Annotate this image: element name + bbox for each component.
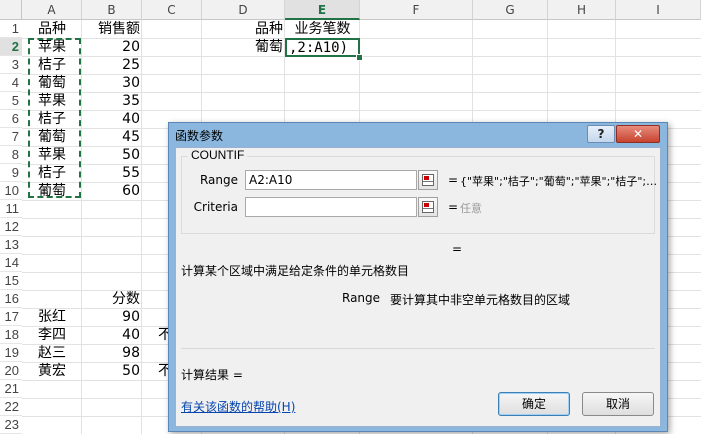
cell-e2-formula-text: ,2:A10) <box>289 40 349 56</box>
row-header-17[interactable]: 17 <box>0 308 22 326</box>
range-label: Range <box>199 173 238 187</box>
criteria-equals: = <box>448 200 459 214</box>
cell-a17[interactable]: 张红 <box>22 308 82 326</box>
row-header-1[interactable]: 1 <box>0 20 22 38</box>
cell-b19[interactable]: 98 <box>82 344 142 362</box>
column-header-d[interactable]: D <box>202 0 285 20</box>
cell-a20[interactable]: 黄宏 <box>22 362 82 380</box>
cell-b4[interactable]: 30 <box>82 74 142 92</box>
range-collapse-button[interactable] <box>418 170 438 190</box>
criteria-input[interactable] <box>245 197 417 217</box>
criteria-collapse-button[interactable] <box>418 197 438 217</box>
row-header-8[interactable]: 8 <box>0 146 22 164</box>
row-header-6[interactable]: 6 <box>0 110 22 128</box>
row-header-20[interactable]: 20 <box>0 362 22 380</box>
row-header-18[interactable]: 18 <box>0 326 22 344</box>
cell-b7[interactable]: 45 <box>82 128 142 146</box>
formula-result-equals: = <box>452 242 463 256</box>
function-name: COUNTIF <box>188 148 248 162</box>
row-header-4[interactable]: 4 <box>0 74 22 92</box>
cell-b5[interactable]: 35 <box>82 92 142 110</box>
function-description: 计算某个区域中满足给定条件的单元格数目 <box>181 264 410 278</box>
cell-b9[interactable]: 55 <box>82 164 142 182</box>
cell-a19[interactable]: 赵三 <box>22 344 82 362</box>
argument-help-text: 要计算其中非空单元格数目的区域 <box>390 293 571 307</box>
criteria-label: Criteria <box>193 200 238 214</box>
help-button[interactable]: ? <box>587 125 615 143</box>
row-header-14[interactable]: 14 <box>0 254 22 272</box>
column-header-b[interactable]: B <box>82 0 142 20</box>
row-header-16[interactable]: 16 <box>0 290 22 308</box>
cell-a1[interactable]: 品种 <box>22 20 82 38</box>
cell-b8[interactable]: 50 <box>82 146 142 164</box>
cell-b3[interactable]: 25 <box>82 56 142 74</box>
ok-button[interactable]: 确定 <box>498 392 570 416</box>
row-header-15[interactable]: 15 <box>0 272 22 290</box>
range-equals: = <box>448 173 459 187</box>
range-input[interactable]: A2:A10 <box>245 170 417 190</box>
dialog-divider <box>181 348 655 349</box>
column-header-i[interactable]: I <box>616 0 701 20</box>
row-header-22[interactable]: 22 <box>0 398 22 416</box>
row-header-19[interactable]: 19 <box>0 344 22 362</box>
cell-e1[interactable]: 业务笔数 <box>285 20 360 38</box>
column-header-c[interactable]: C <box>142 0 202 20</box>
collapse-dialog-icon <box>422 174 434 186</box>
column-header-f[interactable]: F <box>360 0 473 20</box>
calculation-result-label: 计算结果 = <box>181 368 243 382</box>
collapse-dialog-icon <box>422 201 434 213</box>
criteria-result: 任意 <box>460 202 482 215</box>
function-help-link[interactable]: 有关该函数的帮助(H) <box>181 398 295 415</box>
column-header-e[interactable]: E <box>285 0 360 20</box>
row-header-7[interactable]: 7 <box>0 128 22 146</box>
row-header-21[interactable]: 21 <box>0 380 22 398</box>
dialog-title: 函数参数 <box>175 129 224 143</box>
row-header-10[interactable]: 10 <box>0 182 22 200</box>
dialog-body: COUNTIF Range A2:A10 = {"苹果";"桔子";"葡萄";"… <box>175 147 661 427</box>
row-header-11[interactable]: 11 <box>0 200 22 218</box>
close-button[interactable]: ✕ <box>616 125 660 143</box>
active-cell-e2[interactable]: ,2:A10) <box>285 38 360 57</box>
row-header-23[interactable]: 23 <box>0 416 22 434</box>
range-selection-marquee <box>28 38 81 198</box>
cell-a18[interactable]: 李四 <box>22 326 82 344</box>
row-header-2[interactable]: 2 <box>0 38 22 56</box>
row-header-9[interactable]: 9 <box>0 164 22 182</box>
fill-handle[interactable] <box>356 54 363 61</box>
column-header-a[interactable]: A <box>22 0 82 20</box>
cell-b16[interactable]: 分数 <box>82 290 142 308</box>
cell-d2[interactable]: 葡萄 <box>202 38 285 56</box>
argument-group: COUNTIF Range A2:A10 = {"苹果";"桔子";"葡萄";"… <box>181 148 660 234</box>
row-header-13[interactable]: 13 <box>0 236 22 254</box>
cell-b17[interactable]: 90 <box>82 308 142 326</box>
row-header-5[interactable]: 5 <box>0 92 22 110</box>
column-header-h[interactable]: H <box>548 0 616 20</box>
cell-b2[interactable]: 20 <box>82 38 142 56</box>
cell-b20[interactable]: 50 <box>82 362 142 380</box>
cell-b6[interactable]: 40 <box>82 110 142 128</box>
cell-b1[interactable]: 销售额 <box>82 20 142 38</box>
argument-help-name: Range <box>342 291 381 305</box>
cancel-button[interactable]: 取消 <box>582 392 654 416</box>
row-header-3[interactable]: 3 <box>0 56 22 74</box>
select-all-corner[interactable] <box>0 0 22 20</box>
cell-d1[interactable]: 品种 <box>202 20 285 38</box>
range-result: {"苹果";"桔子";"葡萄";"苹果";"桔子";"葡萄";"苹果";"桔子"… <box>460 175 660 188</box>
cell-b10[interactable]: 60 <box>82 182 142 200</box>
column-header-g[interactable]: G <box>473 0 548 20</box>
row-header-12[interactable]: 12 <box>0 218 22 236</box>
cell-b18[interactable]: 40 <box>82 326 142 344</box>
function-arguments-dialog: 函数参数 ? ✕ COUNTIF Range A2:A10 = {"苹果";"桔… <box>168 122 668 432</box>
